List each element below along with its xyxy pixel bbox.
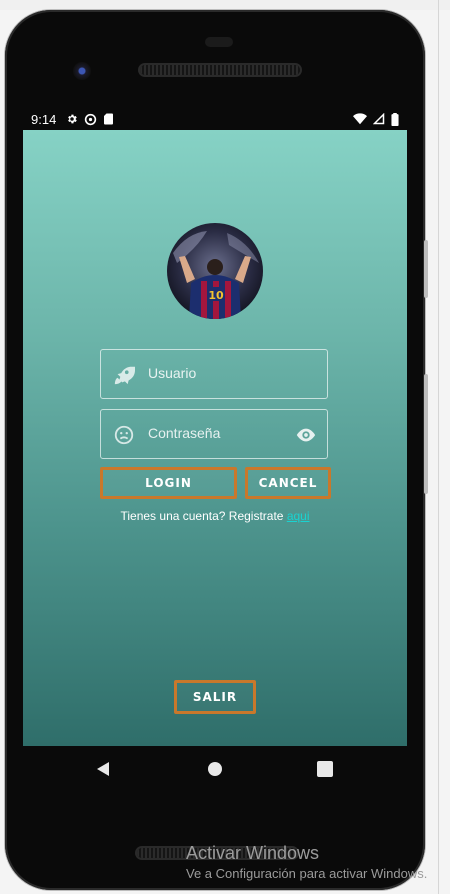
- earpiece: [205, 37, 233, 47]
- sync-icon: [85, 113, 97, 125]
- window-edge: [438, 0, 439, 894]
- back-triangle-icon[interactable]: [96, 761, 110, 777]
- watermark-title: Activar Windows: [186, 843, 320, 863]
- register-link[interactable]: aqui: [287, 509, 310, 523]
- rocket-icon: [114, 366, 135, 385]
- username-placeholder: Usuario: [148, 365, 197, 381]
- android-nav-bar: [23, 746, 407, 792]
- top-speaker-grille: [140, 65, 300, 75]
- signal-icon: [373, 113, 385, 125]
- battery-icon: [391, 112, 399, 126]
- neutral-face-icon: [114, 425, 134, 445]
- register-prompt: Tienes una cuenta? Registrate aqui: [23, 509, 407, 523]
- register-text: Tienes una cuenta? Registrate: [120, 509, 287, 523]
- username-field[interactable]: Usuario: [100, 349, 328, 399]
- front-camera-icon: [73, 62, 91, 80]
- login-button[interactable]: LOGIN: [100, 467, 237, 499]
- top-strip: [0, 0, 450, 10]
- status-time: 9:14: [31, 111, 57, 127]
- cancel-button[interactable]: CANCEL: [245, 467, 331, 499]
- app-screen: 10 Usuario Contraseña LOGIN CANCEL Tiene…: [23, 130, 407, 746]
- player-photo-icon: 10: [167, 223, 263, 319]
- gear-icon: [68, 114, 78, 124]
- svg-text:10: 10: [208, 289, 224, 302]
- home-circle-icon[interactable]: [208, 762, 222, 776]
- exit-button[interactable]: SALIR: [174, 680, 256, 714]
- power-button[interactable]: [424, 374, 428, 494]
- recents-square-icon[interactable]: [317, 761, 333, 777]
- watermark-subtitle: Ve a Configuración para activar Windows.: [186, 866, 428, 881]
- status-bar: 9:14: [23, 108, 407, 130]
- sd-card-icon: [104, 113, 114, 125]
- password-field[interactable]: Contraseña: [100, 409, 328, 459]
- profile-avatar: 10: [167, 223, 263, 319]
- eye-icon[interactable]: [295, 425, 317, 445]
- wifi-icon: [353, 113, 367, 125]
- password-placeholder: Contraseña: [148, 425, 221, 441]
- volume-button[interactable]: [424, 240, 428, 298]
